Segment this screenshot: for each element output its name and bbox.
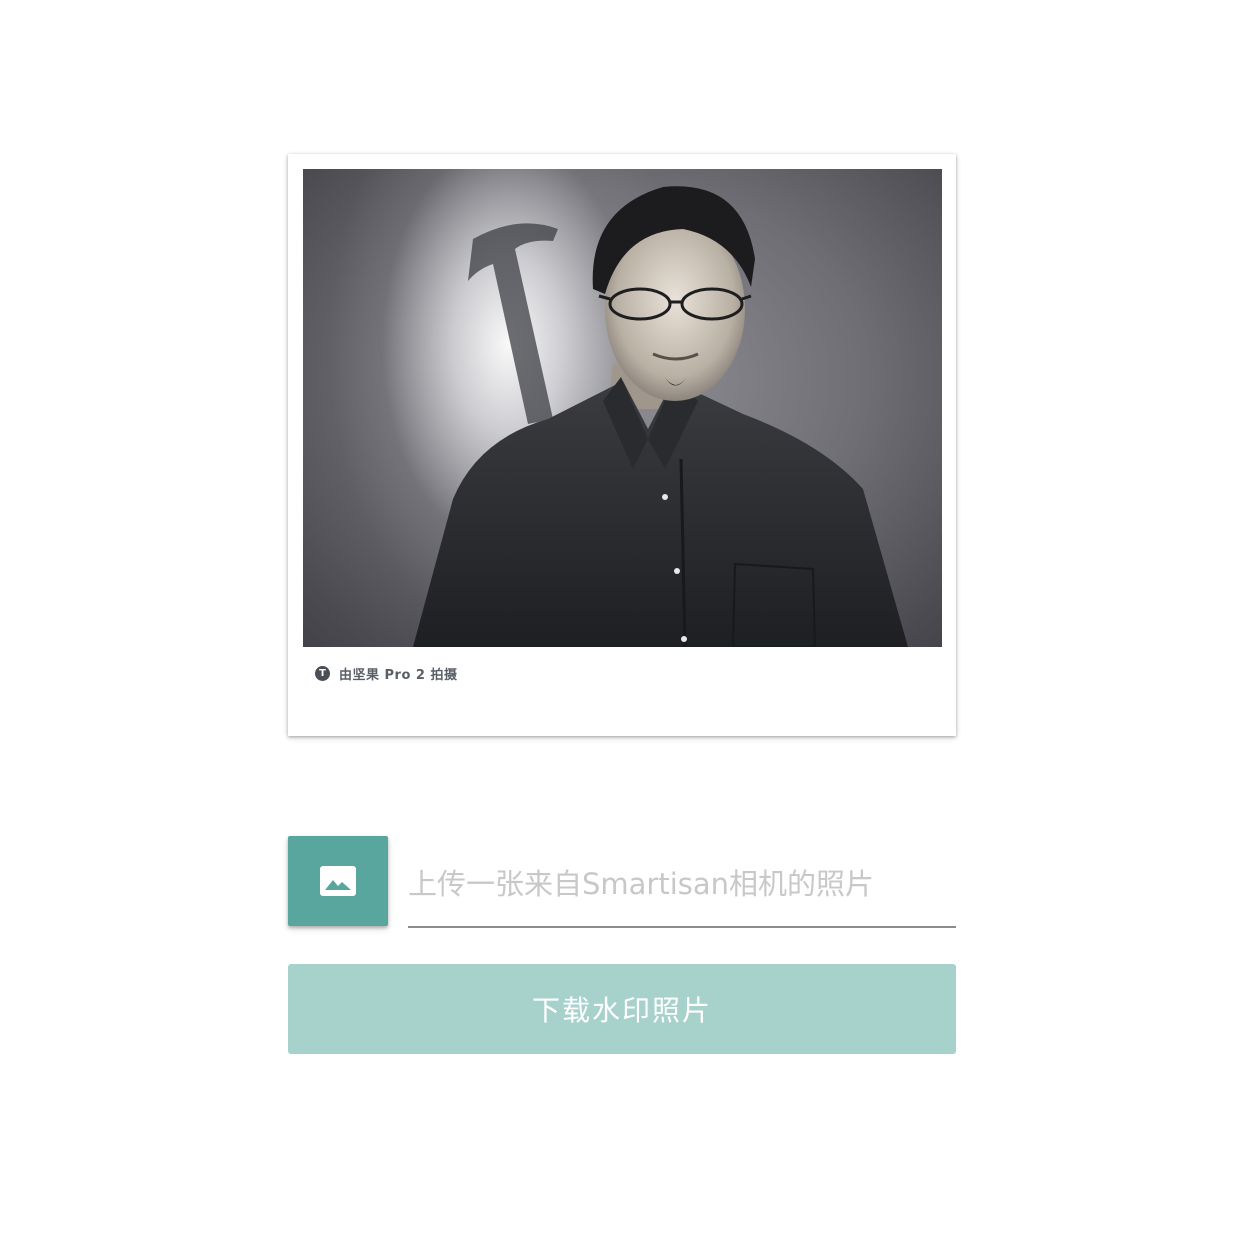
upload-field	[408, 846, 956, 928]
preview-photo	[303, 169, 942, 647]
photo-preview-card: T 由坚果 Pro 2 拍摄	[288, 154, 956, 736]
caption-text: 由坚果 Pro 2 拍摄	[339, 667, 458, 683]
smartisan-t-logo-icon: T	[315, 665, 330, 681]
download-watermark-button[interactable]: 下载水印照片	[288, 964, 956, 1054]
watermark-page: T 由坚果 Pro 2 拍摄 下载水印照片	[0, 0, 1238, 1236]
image-icon	[320, 866, 356, 896]
photo-caption: T 由坚果 Pro 2 拍摄	[315, 664, 458, 683]
upload-photo-button[interactable]	[288, 836, 388, 926]
upload-photo-input[interactable]	[408, 856, 956, 912]
portrait-illustration	[413, 186, 908, 647]
